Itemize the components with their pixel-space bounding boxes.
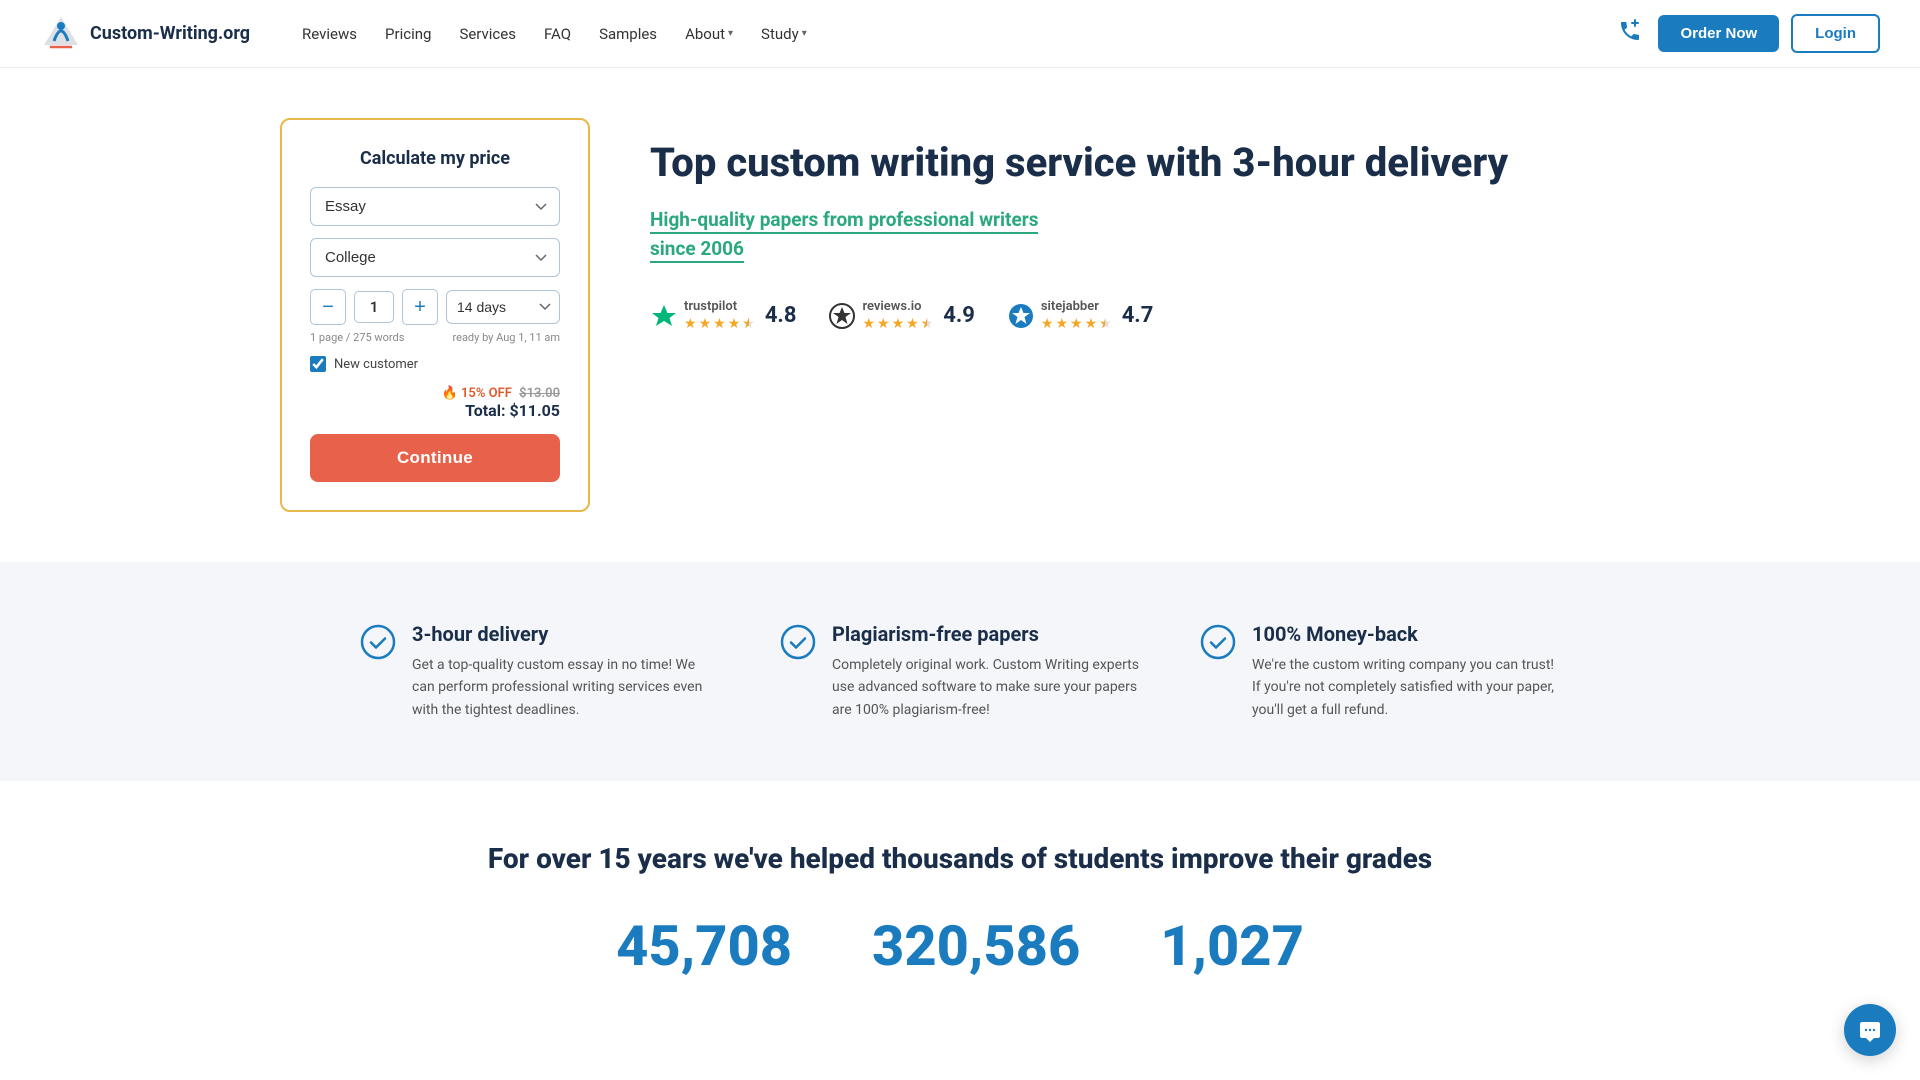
nav-faq[interactable]: FAQ [532, 17, 583, 51]
quantity-row: − 1 + 3 hours 6 hours 12 hours 1 day 2 d… [310, 289, 560, 325]
academic-level-select[interactable]: High School College University Master's … [310, 238, 560, 277]
hero-subtitle: High-quality papers from professional wr… [650, 206, 1760, 263]
essay-type-select[interactable]: Essay Research Paper Coursework Term Pap… [310, 187, 560, 226]
fire-icon: 🔥 [442, 386, 458, 401]
feature-moneyback: 100% Money-back We're the custom writing… [1200, 622, 1560, 721]
new-customer-label[interactable]: New customer [334, 357, 418, 372]
nav-services[interactable]: Services [447, 17, 528, 51]
stats-section: For over 15 years we've helped thousands… [0, 781, 1920, 1003]
sitejabber-stars: ★ ★ ★ ★ ★★ [1041, 316, 1112, 332]
nav-links: Reviews Pricing Services FAQ Samples Abo… [290, 17, 1614, 51]
logo-link[interactable]: Custom-Writing.org [40, 13, 250, 55]
logo-icon [40, 13, 82, 55]
page-hint: 1 page / 275 words [310, 331, 404, 344]
since-text: since 2006 [650, 237, 744, 263]
sitejabber-logo: sitejabber ★ ★ ★ ★ ★★ [1007, 299, 1112, 332]
new-customer-row: New customer [310, 356, 560, 372]
stat-item-1: 45,708 [616, 918, 792, 974]
continue-button[interactable]: Continue [310, 434, 560, 482]
plagiarism-check-icon [780, 624, 816, 660]
trustpilot-icon [650, 302, 678, 330]
ratings-row: trustpilot ★ ★ ★ ★ ★★ 4.8 [650, 299, 1760, 332]
order-now-button[interactable]: Order Now [1658, 15, 1779, 52]
delivery-check-icon [360, 624, 396, 660]
chat-icon [1858, 1018, 1882, 1042]
new-customer-checkbox[interactable] [310, 356, 326, 372]
hero-content: Top custom writing service with 3-hour d… [650, 118, 1760, 332]
feature-plagiarism-title: Plagiarism-free papers [832, 622, 1140, 646]
hero-title: Top custom writing service with 3-hour d… [650, 138, 1760, 188]
feature-plagiarism-desc: Completely original work. Custom Writing… [832, 654, 1140, 721]
reviewsio-logo: reviews.io ★ ★ ★ ★ ★★ [828, 299, 933, 332]
reviewsio-name: reviews.io [862, 299, 933, 314]
sitejabber-name: sitejabber [1041, 299, 1112, 314]
stat-number-3: 1,027 [1160, 918, 1304, 974]
phone-icon [1618, 19, 1642, 43]
calculator-widget: Calculate my price Essay Research Paper … [280, 118, 590, 512]
reviewsio-stars: ★ ★ ★ ★ ★★ [862, 316, 933, 332]
stat-number-2: 320,586 [872, 918, 1080, 974]
chat-button[interactable] [1844, 1004, 1896, 1056]
feature-moneyback-desc: We're the custom writing company you can… [1252, 654, 1560, 721]
calculator-title: Calculate my price [310, 148, 560, 169]
features-section: 3-hour delivery Get a top-quality custom… [0, 562, 1920, 781]
quantity-increase-button[interactable]: + [402, 289, 438, 325]
calc-hints: 1 page / 275 words ready by Aug 1, 11 am [310, 331, 560, 344]
discount-badge: 🔥 15% OFF $13.00 [442, 386, 560, 401]
feature-moneyback-title: 100% Money-back [1252, 622, 1560, 646]
sitejabber-icon [1007, 302, 1035, 330]
deadline-select[interactable]: 3 hours 6 hours 12 hours 1 day 2 days 3 … [446, 290, 560, 324]
navbar: Custom-Writing.org Reviews Pricing Servi… [0, 0, 1920, 68]
quantity-decrease-button[interactable]: − [310, 289, 346, 325]
sitejabber-rating: sitejabber ★ ★ ★ ★ ★★ 4.7 [1007, 299, 1153, 332]
sitejabber-score: 4.7 [1122, 303, 1154, 328]
feature-moneyback-content: 100% Money-back We're the custom writing… [1252, 622, 1560, 721]
nav-samples[interactable]: Samples [587, 17, 669, 51]
feature-delivery-content: 3-hour delivery Get a top-quality custom… [412, 622, 720, 721]
trustpilot-rating: trustpilot ★ ★ ★ ★ ★★ 4.8 [650, 299, 796, 332]
nav-about[interactable]: About ▾ [673, 17, 745, 51]
deadline-hint: ready by Aug 1, 11 am [452, 331, 560, 344]
quantity-display: 1 [354, 291, 394, 323]
stats-numbers: 45,708 320,586 1,027 [120, 918, 1800, 974]
stat-number-1: 45,708 [616, 918, 792, 974]
hero-subtitle-text: High-quality papers from professional wr… [650, 208, 1038, 234]
nav-pricing[interactable]: Pricing [373, 17, 443, 51]
nav-study[interactable]: Study ▾ [749, 17, 819, 51]
trustpilot-name: trustpilot [684, 299, 755, 314]
stat-item-3: 1,027 [1160, 918, 1304, 974]
stats-title: For over 15 years we've helped thousands… [120, 841, 1800, 877]
feature-delivery-title: 3-hour delivery [412, 622, 720, 646]
phone-button[interactable] [1614, 15, 1646, 53]
old-price: $13.00 [519, 386, 560, 401]
feature-plagiarism-content: Plagiarism-free papers Completely origin… [832, 622, 1140, 721]
logo-text: Custom-Writing.org [90, 23, 250, 44]
total-price: Total: $11.05 [465, 401, 560, 420]
nav-reviews[interactable]: Reviews [290, 17, 369, 51]
stat-item-2: 320,586 [872, 918, 1080, 974]
reviewsio-rating: reviews.io ★ ★ ★ ★ ★★ 4.9 [828, 299, 974, 332]
trustpilot-stars: ★ ★ ★ ★ ★★ [684, 316, 755, 332]
hero-section: Calculate my price Essay Research Paper … [0, 68, 1920, 562]
feature-delivery-desc: Get a top-quality custom essay in no tim… [412, 654, 720, 721]
login-button[interactable]: Login [1791, 14, 1880, 53]
moneyback-check-icon [1200, 624, 1236, 660]
reviewsio-score: 4.9 [943, 303, 975, 328]
trustpilot-score: 4.8 [765, 303, 797, 328]
nav-actions: Order Now Login [1614, 14, 1880, 53]
feature-plagiarism: Plagiarism-free papers Completely origin… [780, 622, 1140, 721]
feature-delivery: 3-hour delivery Get a top-quality custom… [360, 622, 720, 721]
pricing-display: 🔥 15% OFF $13.00 Total: $11.05 [310, 382, 560, 420]
trustpilot-logo: trustpilot ★ ★ ★ ★ ★★ [650, 299, 755, 332]
reviewsio-icon [828, 302, 856, 330]
